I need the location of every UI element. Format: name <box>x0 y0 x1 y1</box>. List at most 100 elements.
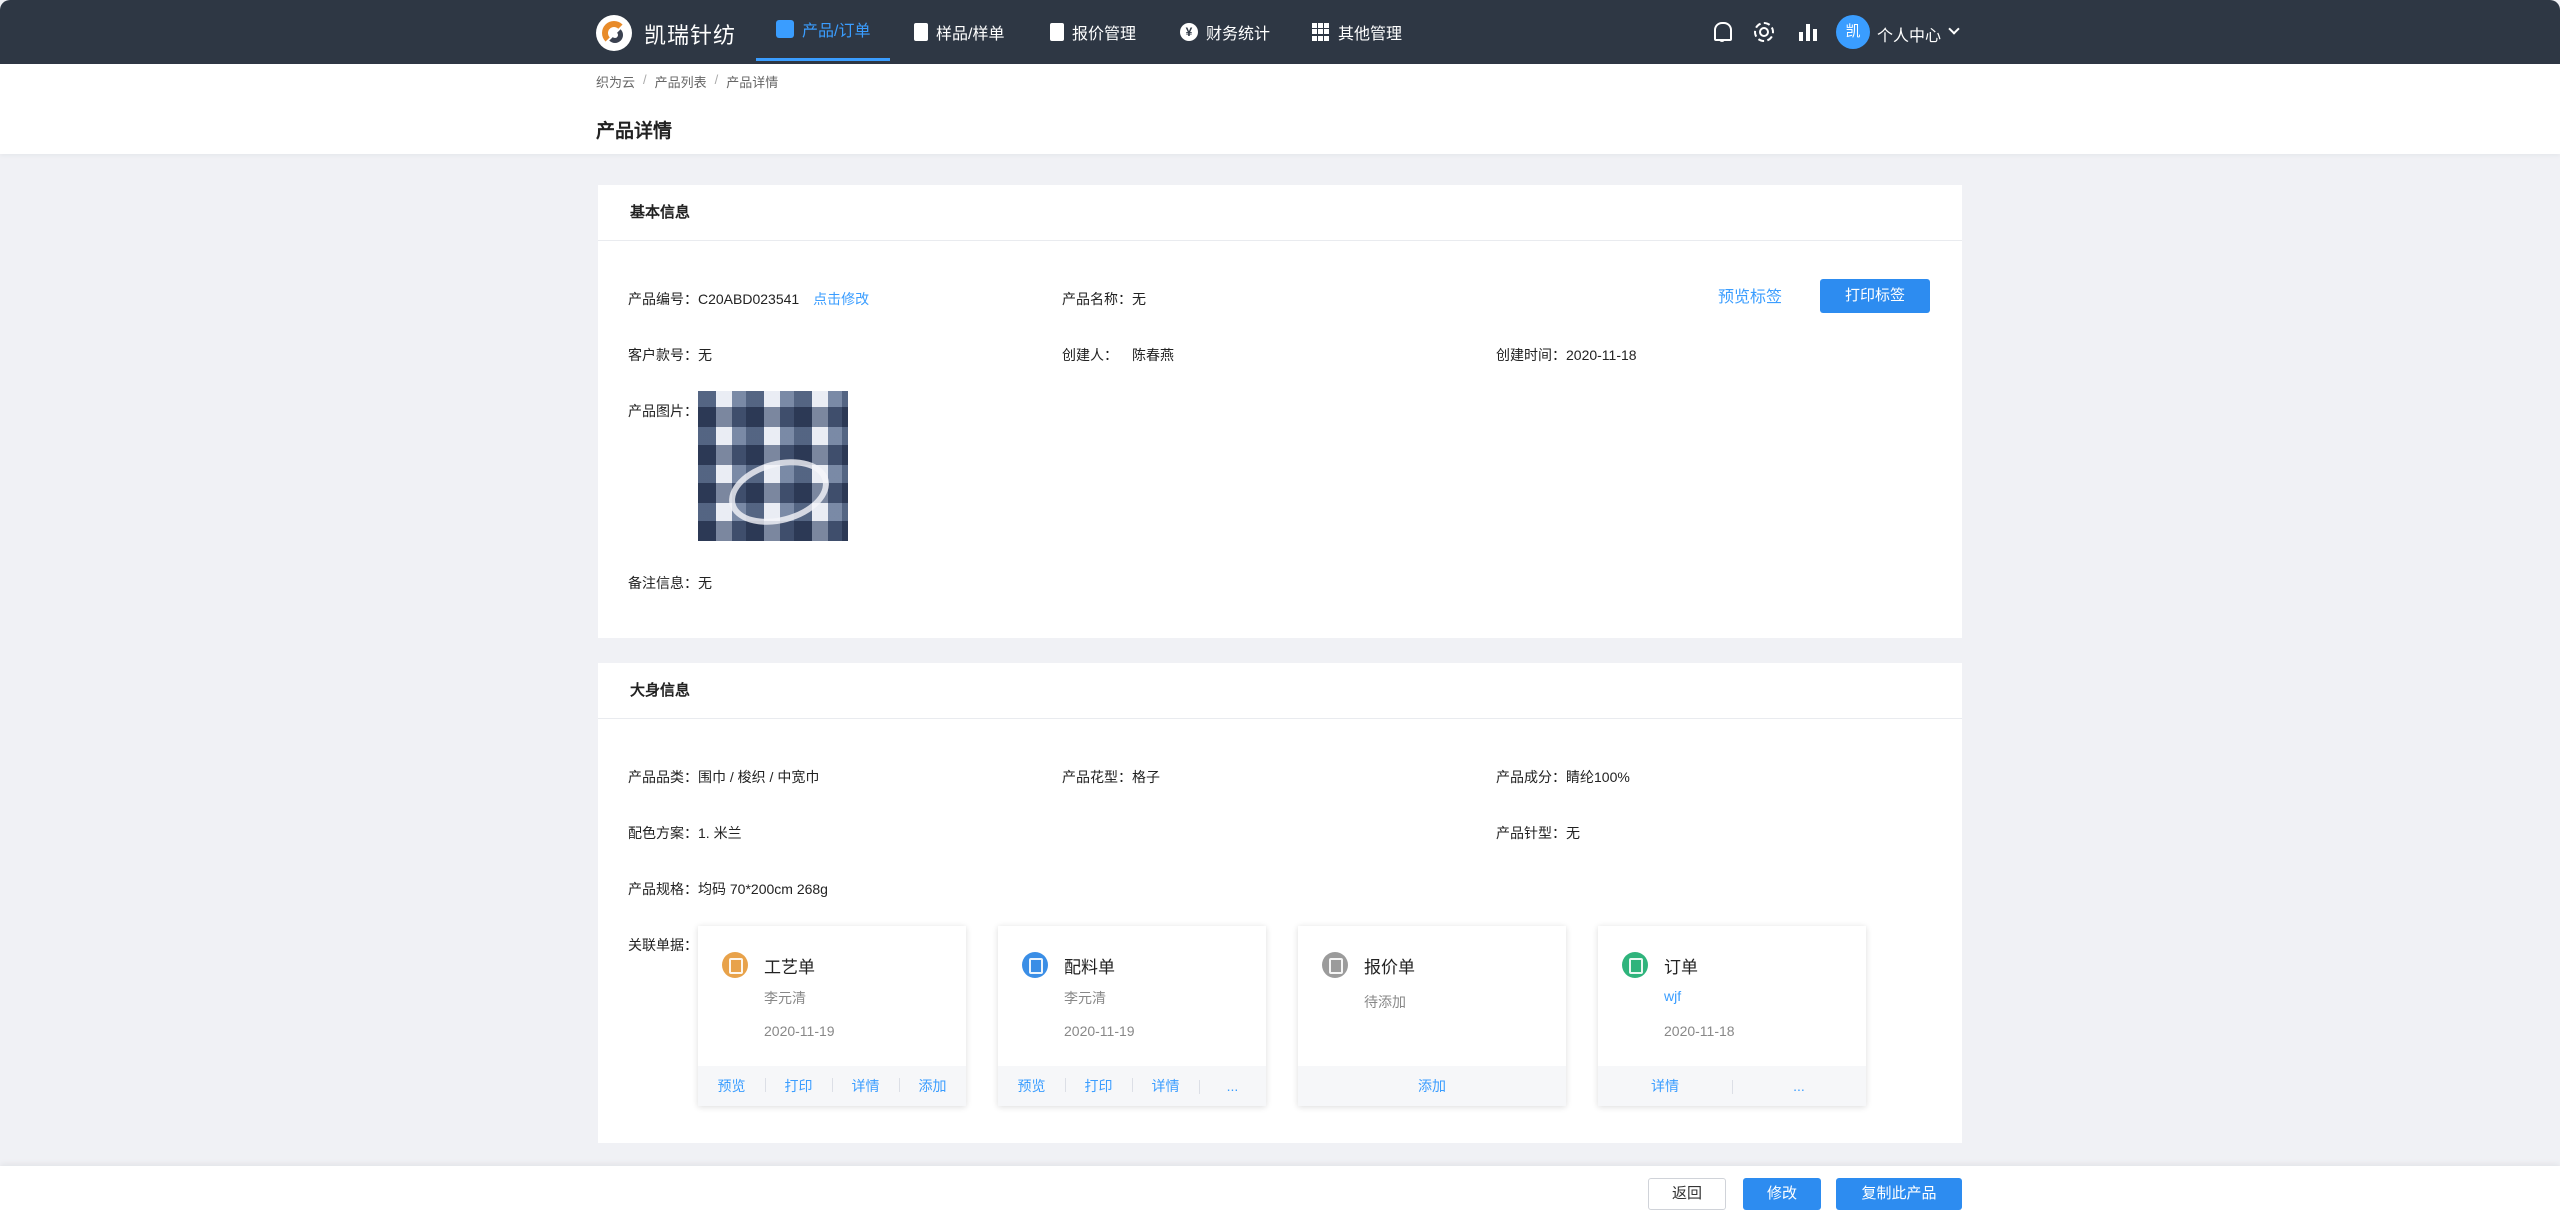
field-label: 创建时间： <box>1496 347 1566 363</box>
product-no-field: 产品编号：C20ABD023541 点击修改 <box>628 289 869 309</box>
more-button[interactable]: ... <box>1732 1078 1866 1094</box>
breadcrumb: 织为云 / 产品列表 / 产品详情 <box>596 72 778 91</box>
needle-field: 产品针型：无 <box>1496 823 1580 843</box>
breadcrumb-item[interactable]: 产品列表 <box>655 72 707 91</box>
field-label: 备注信息： <box>628 575 698 591</box>
bar-chart-icon[interactable] <box>1796 20 1820 44</box>
basic-info-card: 基本信息 产品编号：C20ABD023541 点击修改 产品名称：无 预览标签 … <box>598 185 1962 638</box>
product-image[interactable] <box>698 391 848 541</box>
breadcrumb-item: 产品详情 <box>726 75 779 90</box>
doc-title: 报价单 <box>1364 958 1415 977</box>
doc-title: 配料单 <box>1064 958 1115 977</box>
nav-item-samples[interactable]: 样品/样单 <box>914 0 1004 64</box>
add-button[interactable]: 添加 <box>1298 1076 1566 1096</box>
breadcrumb-separator: / <box>643 72 647 87</box>
related-docs-label: 关联单据： <box>628 937 698 953</box>
color-scheme-field: 配色方案：1. 米兰 <box>628 823 742 843</box>
nav-item-products-orders[interactable]: 产品/订单 <box>756 0 891 61</box>
doc-title: 订单 <box>1664 958 1698 977</box>
order-sheet-icon <box>1622 952 1648 978</box>
doc-actions: 预览 打印 详情 ... <box>998 1066 1266 1106</box>
field-label: 产品规格： <box>628 881 698 897</box>
avatar[interactable]: 凯 <box>1836 15 1870 49</box>
product-name-field: 产品名称：无 <box>1062 289 1146 309</box>
doc-date: 2020-11-19 <box>1064 1023 1135 1039</box>
brand-name[interactable]: 凯瑞针纺 <box>644 18 736 50</box>
field-label: 产品品类： <box>628 769 698 785</box>
doc-card-ingredients: 配料单 李元清 2020-11-19 预览 打印 详情 ... <box>998 926 1266 1106</box>
grid-icon <box>1312 23 1330 41</box>
doc-person: 李元清 <box>1064 990 1106 1006</box>
print-button[interactable]: 打印 <box>1065 1076 1132 1096</box>
doc-card-craft: 工艺单 李元清 2020-11-19 预览 打印 详情 添加 <box>698 926 966 1106</box>
composition-field: 产品成分：睛纶100% <box>1496 767 1630 787</box>
page-header <box>0 64 2560 154</box>
preview-label-button[interactable]: 预览标签 <box>1718 283 1782 307</box>
remark-value: 无 <box>698 575 712 591</box>
print-button[interactable]: 打印 <box>765 1076 832 1096</box>
nav-item-other[interactable]: 其他管理 <box>1312 0 1402 64</box>
bell-icon[interactable] <box>1710 20 1734 44</box>
body-info-card: 大身信息 产品品类：围巾 / 梭织 / 中宽巾 产品花型：格子 产品成分：睛纶1… <box>598 663 1962 1143</box>
edit-button[interactable]: 修改 <box>1743 1178 1821 1210</box>
field-label: 产品针型： <box>1496 825 1566 841</box>
created-time-field: 创建时间：2020-11-18 <box>1496 345 1637 365</box>
creator-field: 创建人： 陈春燕 <box>1062 345 1174 365</box>
section-title: 大身信息 <box>630 682 691 699</box>
yen-icon: ¥ <box>1180 23 1198 41</box>
gear-icon[interactable] <box>1752 20 1776 44</box>
add-button[interactable]: 添加 <box>899 1076 966 1096</box>
created-time-value: 2020-11-18 <box>1566 347 1637 363</box>
field-label: 产品名称： <box>1062 291 1132 307</box>
detail-button[interactable]: 详情 <box>832 1076 899 1096</box>
detail-button[interactable]: 详情 <box>1598 1076 1732 1096</box>
customer-no-field: 客户款号：无 <box>628 345 712 365</box>
breadcrumb-item[interactable]: 织为云 <box>596 72 635 91</box>
field-label: 配色方案： <box>628 825 698 841</box>
pattern-field: 产品花型：格子 <box>1062 767 1160 787</box>
section-title: 基本信息 <box>630 204 691 221</box>
nav-item-finance[interactable]: ¥ 财务统计 <box>1180 0 1270 64</box>
preview-button[interactable]: 预览 <box>998 1076 1065 1096</box>
detail-button[interactable]: 详情 <box>1132 1076 1199 1096</box>
bottom-action-bar: 返回 修改 复制此产品 <box>0 1166 2560 1223</box>
divider <box>598 718 1962 719</box>
clipboard-icon <box>914 23 928 41</box>
composition-value: 睛纶100% <box>1566 769 1630 785</box>
print-label-button[interactable]: 打印标签 <box>1820 279 1930 313</box>
category-field: 产品品类：围巾 / 梭织 / 中宽巾 <box>628 767 819 787</box>
edit-product-no-link[interactable]: 点击修改 <box>813 291 869 307</box>
nav-label: 财务统计 <box>1206 26 1271 43</box>
logo-icon[interactable] <box>596 15 632 51</box>
field-label: 客户款号： <box>628 347 698 363</box>
customer-no-value: 无 <box>698 347 712 363</box>
ingredients-sheet-icon <box>1022 952 1048 978</box>
calculator-icon <box>1050 23 1064 41</box>
chevron-down-icon[interactable] <box>1948 23 1960 35</box>
product-name-value: 无 <box>1132 291 1146 307</box>
divider <box>598 240 1962 241</box>
craft-sheet-icon <box>722 952 748 978</box>
user-center-menu[interactable]: 个人中心 <box>1877 22 1941 46</box>
copy-product-button[interactable]: 复制此产品 <box>1836 1178 1962 1210</box>
doc-person: 李元清 <box>764 990 806 1006</box>
nav-label: 样品/样单 <box>936 26 1005 43</box>
doc-person-link[interactable]: wjf <box>1664 988 1681 1004</box>
field-label: 产品成分： <box>1496 769 1566 785</box>
more-button[interactable]: ... <box>1199 1078 1266 1094</box>
back-button[interactable]: 返回 <box>1648 1178 1726 1210</box>
quote-sheet-icon <box>1322 952 1348 978</box>
doc-actions: 预览 打印 详情 添加 <box>698 1066 966 1106</box>
pattern-value: 格子 <box>1132 769 1160 785</box>
product-image-label: 产品图片： <box>628 403 698 419</box>
nav-label: 产品/订单 <box>802 23 871 40</box>
doc-date: 2020-11-18 <box>1664 1023 1735 1039</box>
cube-icon <box>776 20 794 38</box>
doc-actions: 详情 ... <box>1598 1066 1866 1106</box>
category-value: 围巾 / 梭织 / 中宽巾 <box>698 769 820 785</box>
spec-value: 均码 70*200cm 268g <box>698 881 828 897</box>
field-label: 产品花型： <box>1062 769 1132 785</box>
preview-button[interactable]: 预览 <box>698 1076 765 1096</box>
doc-card-order: 订单 wjf 2020-11-18 详情 ... <box>1598 926 1866 1106</box>
nav-item-quotes[interactable]: 报价管理 <box>1050 0 1136 64</box>
